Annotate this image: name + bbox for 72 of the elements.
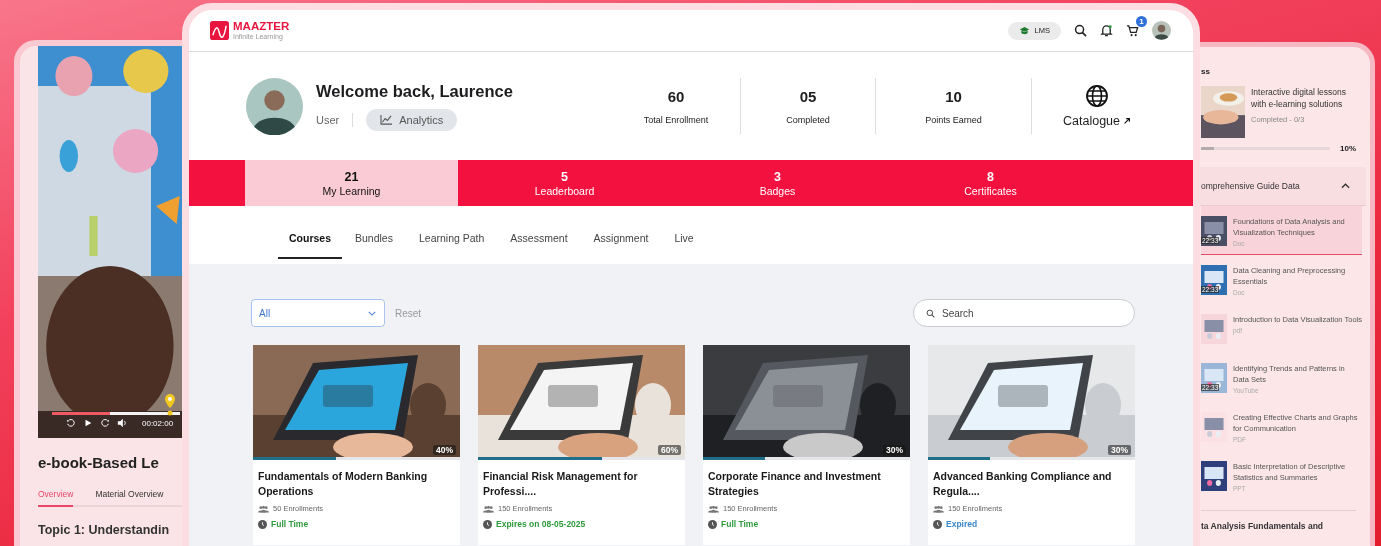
course-tab[interactable]: Courses bbox=[278, 213, 342, 259]
stat-value: 60 bbox=[667, 87, 685, 105]
cart-count-badge: 1 bbox=[1136, 16, 1147, 27]
catalogue-link[interactable]: Catalogue bbox=[1063, 114, 1120, 128]
video-time: 00:02:00 bbox=[142, 418, 174, 428]
section-header[interactable]: omprehensive Guide Data bbox=[1197, 167, 1366, 206]
topic-heading: Topic 1: Understandin bbox=[38, 523, 171, 537]
summary-tab[interactable]: 8 Certificates bbox=[884, 160, 1097, 206]
section-title: omprehensive Guide Data bbox=[1201, 181, 1300, 191]
search-field[interactable]: Search bbox=[913, 299, 1135, 327]
rewind-icon[interactable] bbox=[66, 418, 76, 428]
summary-tab[interactable]: 21 My Learning bbox=[245, 160, 458, 206]
status-text: Full Time bbox=[721, 519, 759, 529]
status-text: Expired bbox=[946, 519, 978, 529]
panel-heading: ss bbox=[1201, 67, 1211, 76]
arrow-icon[interactable] bbox=[1123, 117, 1131, 125]
progress-percent: 40% bbox=[433, 445, 456, 455]
stat-value: 05 bbox=[799, 87, 817, 105]
graduation-cap-icon bbox=[1018, 25, 1030, 36]
brand-name: MAAZTER bbox=[233, 21, 290, 33]
user-role: User bbox=[316, 113, 340, 126]
search-icon[interactable] bbox=[1074, 24, 1087, 37]
analytics-button[interactable]: Analytics bbox=[366, 108, 458, 131]
globe-icon[interactable] bbox=[1085, 84, 1109, 108]
people-icon bbox=[708, 504, 719, 513]
people-icon bbox=[483, 504, 494, 513]
course-title: Interactive digital lessons with e-learning solutions bbox=[1251, 86, 1347, 110]
clock-icon bbox=[483, 519, 492, 529]
search-icon bbox=[926, 309, 935, 318]
course-title: Advanced Banking Compliance and Regula.... bbox=[933, 469, 1113, 499]
course-title: Fundamentals of Modern Banking Operations bbox=[258, 469, 429, 499]
overview-tab[interactable]: Material Overview bbox=[95, 489, 164, 505]
stat-value: 10 bbox=[945, 87, 962, 105]
progress-percent: 30% bbox=[883, 445, 906, 455]
section-title: ta Analysis Fundamentals and bbox=[1201, 510, 1356, 531]
summary-tab[interactable]: 5 Leaderboard bbox=[458, 160, 671, 206]
clock-icon bbox=[708, 519, 717, 529]
avatar-icon bbox=[246, 77, 303, 135]
line-chart-icon bbox=[380, 114, 394, 125]
stat-label: Total Enrollment bbox=[643, 114, 709, 125]
avatar-icon[interactable] bbox=[1152, 21, 1171, 40]
course-tab[interactable]: Assessment bbox=[497, 213, 581, 259]
course-tab[interactable]: Live bbox=[661, 213, 707, 259]
course-tab[interactable]: Bundles bbox=[342, 213, 406, 259]
clock-icon bbox=[933, 519, 942, 529]
course-tab[interactable]: Learning Path bbox=[405, 213, 498, 259]
play-icon[interactable] bbox=[83, 418, 93, 428]
cart-icon[interactable] bbox=[1126, 24, 1139, 37]
status-text: Full Time bbox=[271, 519, 309, 529]
progress-percent: 10% bbox=[1340, 144, 1356, 153]
map-pin-icon bbox=[164, 394, 176, 416]
progress-percent: 30% bbox=[1108, 445, 1131, 455]
volume-icon[interactable] bbox=[117, 418, 127, 428]
status-text: Expires on 08-05-2025 bbox=[496, 519, 586, 529]
stat-label: Points Earned bbox=[925, 114, 982, 125]
caret-icon[interactable] bbox=[1341, 183, 1350, 189]
people-icon bbox=[933, 504, 944, 513]
progress-percent: 60% bbox=[658, 445, 681, 455]
summary-tab[interactable]: 3 Badges bbox=[671, 160, 884, 206]
logo-icon bbox=[210, 21, 229, 40]
chevron-down-icon bbox=[368, 310, 376, 316]
welcome-heading: Welcome back, Laurence bbox=[316, 81, 513, 101]
forward-icon[interactable] bbox=[100, 418, 110, 428]
course-title: Corporate Finance and Investment Strategies bbox=[708, 469, 882, 499]
course-title: Financial Risk Management for Professi.... bbox=[483, 469, 639, 499]
category-dropdown[interactable]: All bbox=[251, 299, 385, 327]
clock-icon bbox=[258, 519, 267, 529]
people-icon bbox=[258, 504, 269, 513]
course-title: e-book-Based Le bbox=[38, 454, 160, 471]
bell-icon[interactable] bbox=[1100, 24, 1113, 37]
course-tab[interactable]: Assignment bbox=[580, 213, 662, 259]
stat-label: Completed bbox=[786, 114, 830, 125]
